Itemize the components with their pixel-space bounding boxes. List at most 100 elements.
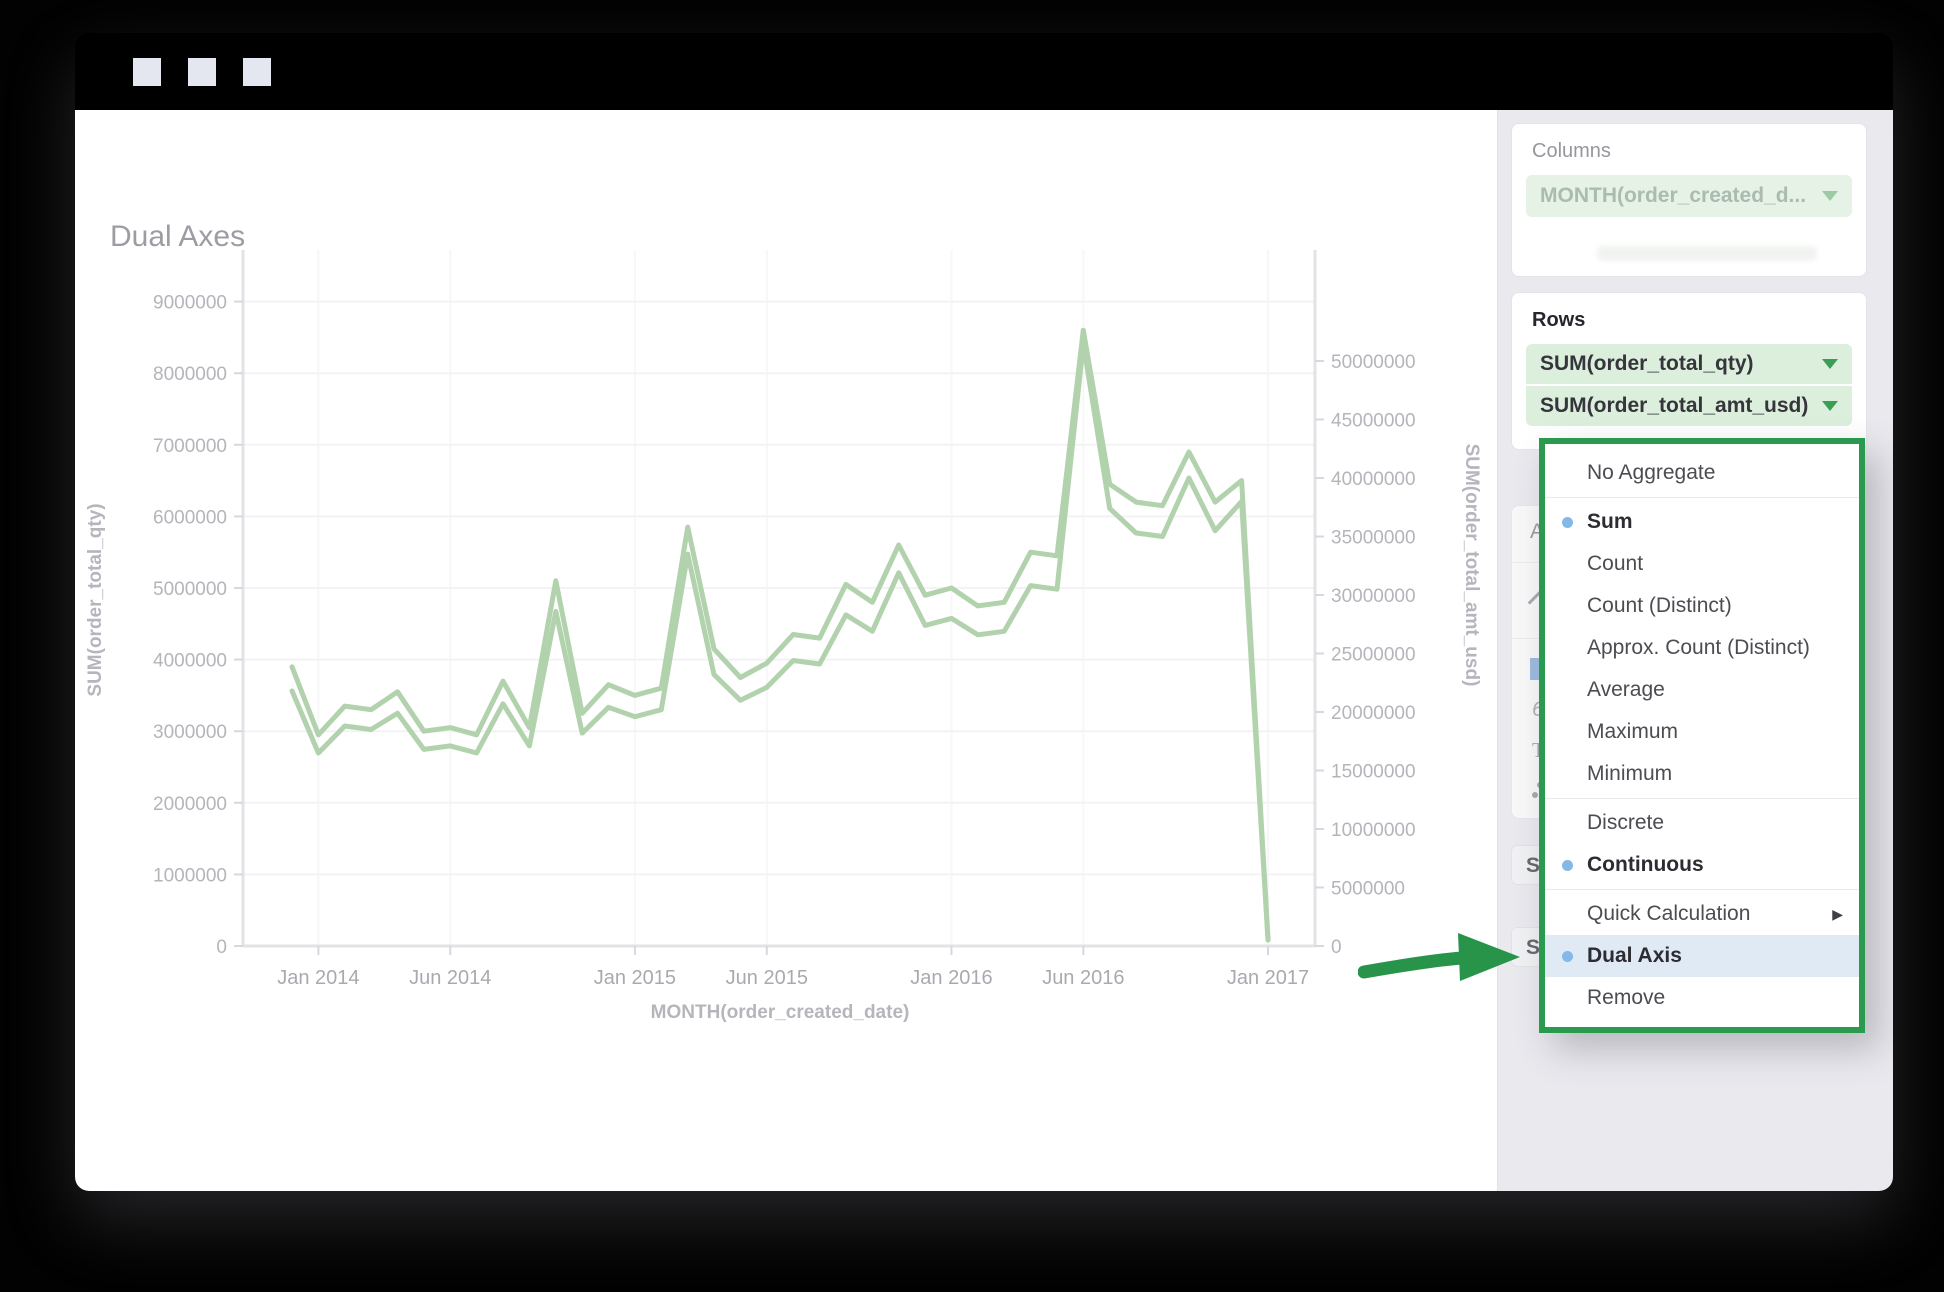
right-axis-tick-label: 0 — [1331, 937, 1342, 958]
menu-separator — [1545, 798, 1859, 799]
menu-item-remove[interactable]: Remove — [1545, 977, 1859, 1019]
menu-item-quick-calculation[interactable]: Quick Calculation ▶ — [1545, 893, 1859, 935]
menu-item-average[interactable]: Average — [1545, 669, 1859, 711]
shelf-panel: Columns MONTH(order_created_d... Rows SU… — [1497, 110, 1893, 1191]
selected-bullet-icon — [1562, 517, 1573, 528]
selected-bullet-icon — [1562, 860, 1573, 871]
left-axis-tick-label: 7000000 — [153, 436, 227, 457]
bullet-placeholder — [1562, 769, 1573, 780]
bullet-placeholder — [1562, 909, 1573, 920]
line-order-total-qty[interactable] — [292, 330, 1268, 939]
menu-item-label: Discrete — [1587, 811, 1664, 835]
left-axis-tick-label: 8000000 — [153, 364, 227, 385]
left-axis-tick-label: 0 — [216, 937, 227, 958]
left-axis-tick-label: 5000000 — [153, 579, 227, 600]
window-control-square-2[interactable] — [188, 58, 216, 86]
right-axis-tick-label: 50000000 — [1331, 352, 1416, 373]
menu-item-dual-axis[interactable]: Dual Axis — [1545, 935, 1859, 977]
bullet-placeholder — [1562, 685, 1573, 696]
aggregation-menu: No Aggregate Sum Count Count (Distinct) Appr… — [1539, 438, 1865, 1033]
menu-item-no-aggregate[interactable]: No Aggregate — [1545, 452, 1859, 494]
rows-pill-order-total-qty[interactable]: SUM(order_total_qty) — [1526, 344, 1852, 384]
bullet-placeholder — [1562, 559, 1573, 570]
x-axis-tick-label: Jun 2015 — [726, 967, 808, 989]
menu-separator — [1545, 889, 1859, 890]
line-order-total-amt-usd[interactable] — [292, 344, 1268, 941]
bullet-placeholder — [1562, 468, 1573, 479]
menu-item-count[interactable]: Count — [1545, 543, 1859, 585]
left-axis-tick-label: 2000000 — [153, 794, 227, 815]
x-axis-title: MONTH(order_created_date) — [651, 1002, 910, 1024]
submenu-arrow-icon: ▶ — [1832, 906, 1843, 923]
bullet-placeholder — [1562, 601, 1573, 612]
x-axis-tick-label: Jan 2014 — [277, 967, 359, 989]
rows-pill-group: SUM(order_total_qty) SUM(order_total_amt… — [1526, 344, 1852, 426]
screenshot-stage: Dual Axes 010000002000000300000040000005… — [0, 0, 1944, 1292]
chevron-down-icon[interactable] — [1822, 359, 1838, 369]
bullet-placeholder — [1562, 727, 1573, 738]
bullet-placeholder — [1562, 993, 1573, 1004]
chart-area: Dual Axes 010000002000000300000040000005… — [75, 110, 1497, 1191]
left-axis-tick-label: 9000000 — [153, 293, 227, 314]
menu-item-label: Approx. Count (Distinct) — [1587, 636, 1810, 660]
menu-item-maximum[interactable]: Maximum — [1545, 711, 1859, 753]
app-window: Dual Axes 010000002000000300000040000005… — [75, 33, 1893, 1191]
right-axis-tick-label: 20000000 — [1331, 703, 1416, 724]
menu-item-label: Continuous — [1587, 853, 1704, 877]
window-control-square-1[interactable] — [133, 58, 161, 86]
rows-card: Rows SUM(order_total_qty) SUM(order_tota… — [1511, 292, 1867, 450]
menu-item-label: Remove — [1587, 986, 1665, 1010]
selected-bullet-icon — [1562, 951, 1573, 962]
right-axis-tick-label: 40000000 — [1331, 469, 1416, 490]
menu-item-discrete[interactable]: Discrete — [1545, 802, 1859, 844]
menu-item-label: Quick Calculation — [1587, 902, 1750, 926]
right-axis-tick-label: 30000000 — [1331, 586, 1416, 607]
menu-item-label: Sum — [1587, 510, 1633, 534]
x-axis-tick-label: Jun 2014 — [409, 967, 491, 989]
menu-separator — [1545, 497, 1859, 498]
x-axis-tick-label: Jan 2017 — [1227, 967, 1309, 989]
right-axis-tick-label: 45000000 — [1331, 411, 1416, 432]
menu-item-label: Count — [1587, 552, 1643, 576]
chevron-down-icon[interactable] — [1822, 191, 1838, 201]
chart-plot[interactable]: 0100000020000003000000400000050000006000… — [75, 110, 1497, 1191]
menu-item-label: Average — [1587, 678, 1665, 702]
right-axis-tick-label: 15000000 — [1331, 762, 1416, 783]
menu-item-continuous[interactable]: Continuous — [1545, 844, 1859, 886]
right-axis-tick-label: 10000000 — [1331, 820, 1416, 841]
menu-item-sum[interactable]: Sum — [1545, 501, 1859, 543]
columns-pill-label: MONTH(order_created_d... — [1540, 184, 1806, 208]
menu-item-label: Dual Axis — [1587, 944, 1682, 968]
columns-pill-month[interactable]: MONTH(order_created_d... — [1526, 175, 1852, 217]
right-axis-tick-label: 5000000 — [1331, 879, 1405, 900]
chevron-down-icon[interactable] — [1822, 401, 1838, 411]
window-control-square-3[interactable] — [243, 58, 271, 86]
rows-label: Rows — [1532, 309, 1866, 332]
right-axis-tick-label: 35000000 — [1331, 528, 1416, 549]
right-axis-tick-label: 25000000 — [1331, 645, 1416, 666]
columns-label: Columns — [1532, 140, 1866, 163]
menu-item-approx-count-distinct[interactable]: Approx. Count (Distinct) — [1545, 627, 1859, 669]
menu-item-label: Maximum — [1587, 720, 1678, 744]
dimmed-ghost-text — [1597, 246, 1817, 261]
annotation-arrow-icon — [1358, 920, 1528, 995]
rows-pill-label: SUM(order_total_qty) — [1540, 352, 1754, 376]
right-axis-title: SUM(order_total_amt_usd) — [1460, 444, 1482, 687]
window-body: Dual Axes 010000002000000300000040000005… — [75, 110, 1893, 1191]
x-axis-tick-label: Jun 2016 — [1042, 967, 1124, 989]
menu-item-label: No Aggregate — [1587, 461, 1715, 485]
rows-pill-order-total-amt-usd[interactable]: SUM(order_total_amt_usd) — [1526, 384, 1852, 426]
left-axis-tick-label: 6000000 — [153, 507, 227, 528]
bullet-placeholder — [1562, 643, 1573, 654]
menu-item-label: Minimum — [1587, 762, 1672, 786]
window-titlebar — [75, 33, 1893, 110]
rows-pill-label: SUM(order_total_amt_usd) — [1540, 394, 1808, 418]
left-axis-tick-label: 4000000 — [153, 651, 227, 672]
left-axis-tick-label: 3000000 — [153, 722, 227, 743]
x-axis-tick-label: Jan 2015 — [594, 967, 676, 989]
menu-item-count-distinct[interactable]: Count (Distinct) — [1545, 585, 1859, 627]
x-axis-tick-label: Jan 2016 — [910, 967, 992, 989]
left-axis-title: SUM(order_total_qty) — [85, 503, 107, 696]
menu-item-label: Count (Distinct) — [1587, 594, 1732, 618]
menu-item-minimum[interactable]: Minimum — [1545, 753, 1859, 795]
